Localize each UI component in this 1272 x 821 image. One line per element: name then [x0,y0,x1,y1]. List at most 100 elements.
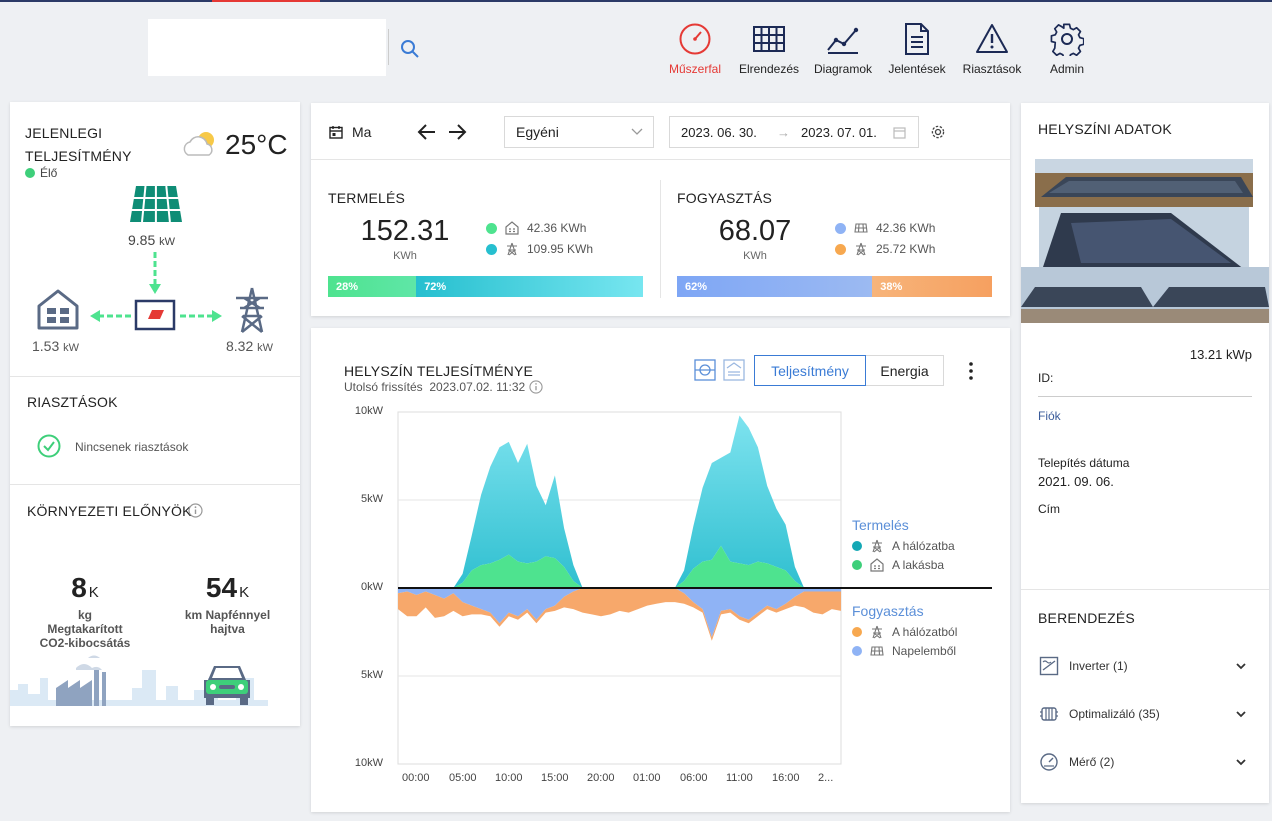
solar-power-unit: kW [159,236,176,248]
equipment-label: Optimalizáló (35) [1069,707,1160,721]
gauge-icon [679,23,711,55]
nav-alerts[interactable]: Riasztások [952,22,1032,76]
co2-saved: 8K kg Megtakarított CO2-kibocsátás [10,572,160,650]
divider [311,159,1010,160]
live-status: Élő [25,166,57,180]
home-icon [37,289,79,330]
last-updated-label: Utolsó frissítés [344,380,423,394]
tab-power[interactable]: Teljesítmény [754,355,866,386]
date-range-arrow: → [777,124,790,140]
legend-consumption-title: Fogyasztás [852,603,924,619]
settings-gear-icon[interactable] [930,124,946,140]
tower-small-icon [507,242,517,256]
tower-small-icon [872,625,882,639]
panel-small-icon [870,646,884,656]
legend-dot [852,646,862,656]
series-area-to-grid [398,415,841,588]
nav-reports[interactable]: Jelentések [877,22,957,76]
x-tick-label: 20:00 [587,772,615,784]
production-grid-segment: 72% [416,276,643,297]
home-small-icon [870,558,884,572]
legend-item-from-grid[interactable]: A hálózatból [852,625,957,639]
x-tick-label: 05:00 [449,772,477,784]
equipment-item-inverter[interactable]: Inverter (1) [1039,656,1249,676]
x-tick-label: 10:00 [495,772,523,784]
info-icon[interactable] [529,380,543,394]
left-column-card: JELENLEGI TELJESÍTMÉNY Élő 25°C 9.85 kW … [10,102,300,726]
period-selector[interactable]: Ma [352,124,371,140]
search-icon[interactable] [400,39,420,59]
site-performance-card: HELYSZÍN TELJESÍTMÉNYE Utolsó frissítés … [311,328,1010,812]
last-updated: Utolsó frissítés 2023.07.02. 11:32 [344,380,543,394]
legend-label: Napelemből [892,644,957,658]
nav-charts[interactable]: Diagramok [803,22,883,76]
home-power-unit: kW [63,342,80,354]
production-view-icon[interactable] [694,359,716,381]
co2-value: 8 [71,572,87,603]
chevron-down-icon[interactable] [1235,756,1247,768]
consumption-title: FOGYASZTÁS [677,190,773,206]
equipment-title: BERENDEZÉS [1038,610,1135,626]
partly-cloudy-icon [183,132,214,156]
date-range-picker[interactable]: 2023. 06. 30. → 2023. 07. 01. [669,116,919,148]
top-accent-line [0,0,1272,2]
production-unit: KWh [393,250,417,262]
km-value: 54 [205,572,238,603]
km-label: hajtva [210,622,245,636]
nav-layout[interactable]: Elrendezés [729,22,809,76]
range-type-value: Egyéni [516,124,559,140]
legend-item-from-solar[interactable]: Napelemből [852,644,956,658]
tab-energy[interactable]: Energia [865,355,944,386]
nav-dashboard[interactable]: Műszerfal [655,22,735,76]
equipment-item-meter[interactable]: Mérő (2) [1039,752,1249,772]
search-input[interactable] [148,19,386,76]
panel-small-icon [854,223,868,233]
nav-label: Diagramok [813,62,873,76]
flow-left-arrow [90,310,132,322]
inverter-small-icon [1039,656,1059,676]
consumption-solar-segment: 62% [677,276,873,297]
divider [1038,396,1252,397]
legend-item-to-grid[interactable]: A hálózatba [852,539,955,553]
date-to[interactable]: 2023. 07. 01. [801,125,877,140]
site-id-label: ID: [1038,371,1054,385]
car-icon [204,666,250,705]
range-type-select[interactable]: Egyéni [504,116,654,148]
solar-dot [835,222,846,234]
equipment-item-optimizer[interactable]: Optimalizáló (35) [1039,704,1249,724]
production-grid-row: 109.95 KWh [486,242,593,256]
optimizer-small-icon [1040,707,1058,721]
arrow-right-icon[interactable] [447,123,467,141]
date-from[interactable]: 2023. 06. 30. [681,125,757,140]
info-icon[interactable] [188,503,203,518]
consumption-solar-value: 42.36 KWh [876,221,936,235]
more-options-icon[interactable] [967,361,975,381]
production-title: TERMELÉS [328,190,406,206]
temperature: 25°C [225,129,288,160]
arrow-left-icon[interactable] [417,123,437,141]
solar-power-value: 9.85 [128,232,156,248]
site-photo[interactable] [1021,159,1269,323]
calendar-icon [893,127,906,139]
production-home-segment: 28% [328,276,417,297]
production-split-bar: 28% 72% [328,276,643,297]
power-area-chart [397,411,992,765]
home-dot [486,222,497,234]
consumption-total: 68.07 KWh [707,215,803,262]
site-performance-title: HELYSZÍN TELJESÍTMÉNYE [344,363,534,379]
chevron-down-icon[interactable] [1235,660,1247,672]
x-tick-label: 06:00 [680,772,708,784]
x-tick-label: 16:00 [772,772,800,784]
home-power-value: 1.53 [32,338,60,354]
consumption-view-icon[interactable] [723,359,745,381]
live-label: Élő [40,166,58,180]
divider [1021,589,1269,590]
x-tick-label: 01:00 [633,772,661,784]
legend-label: A hálózatból [892,625,958,639]
title-line1: JELENLEGI [25,125,103,141]
legend-item-to-home[interactable]: A lakásba [852,558,944,572]
nav-admin[interactable]: Admin [1027,22,1107,76]
chevron-down-icon[interactable] [1235,708,1247,720]
install-date-value: 2021. 09. 06. [1038,474,1114,489]
solar-panel-icon [130,185,182,223]
